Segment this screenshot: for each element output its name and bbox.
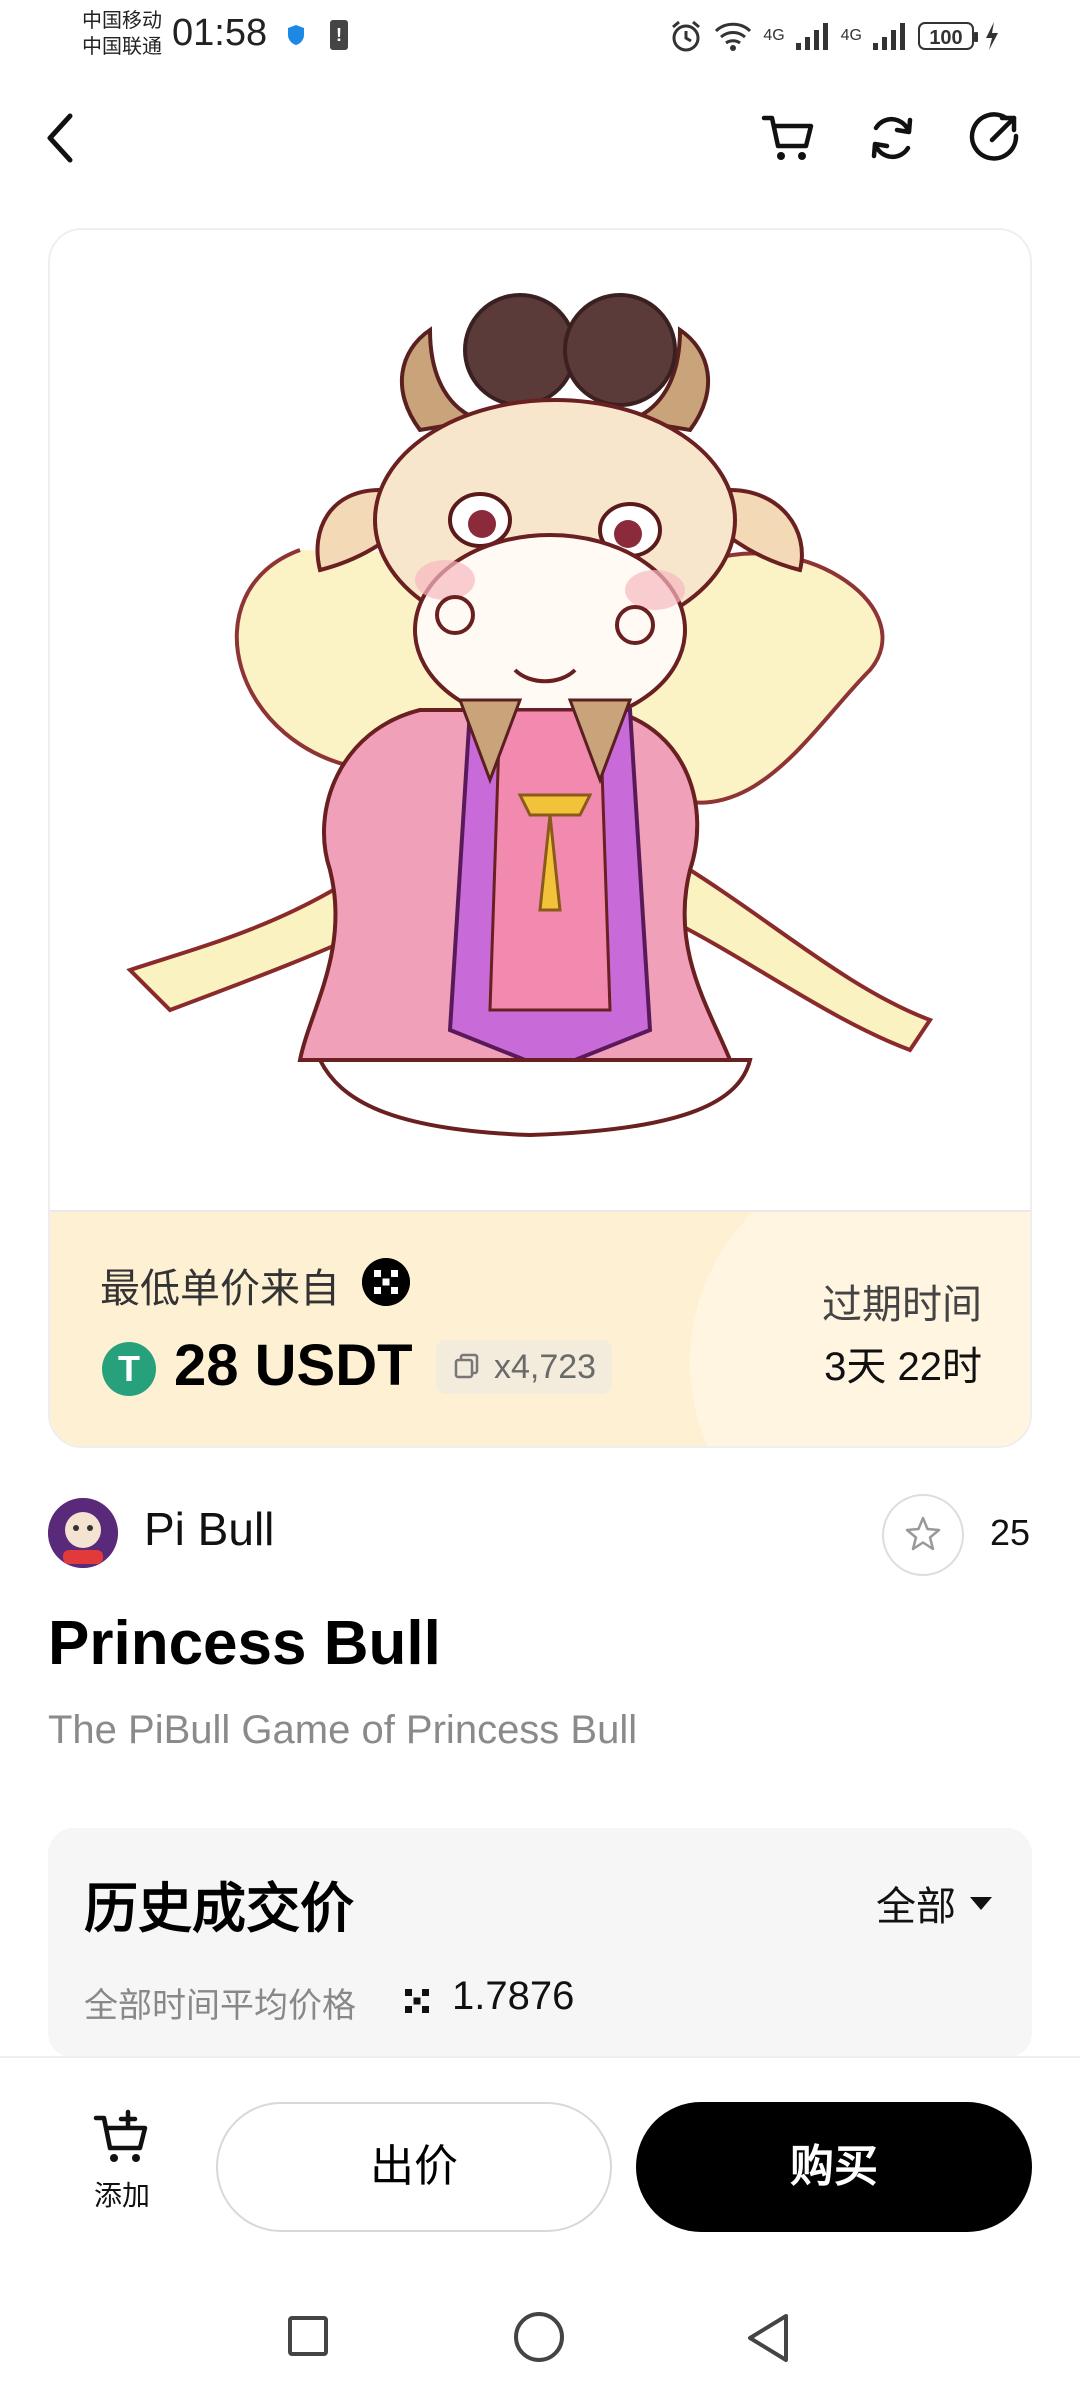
- carrier-1: 中国移动: [82, 10, 162, 32]
- average-price-label: 全部时间平均价格: [84, 1987, 356, 2025]
- system-navigation-bar: [0, 2256, 1080, 2400]
- chevron-left-icon[interactable]: [40, 108, 84, 168]
- nft-title: Princess Bull: [48, 1609, 441, 1678]
- buy-button[interactable]: 购买: [636, 2102, 1032, 2232]
- lowest-price-value: 28 USDT: [174, 1333, 413, 1398]
- cart-add-icon: [93, 2109, 148, 2162]
- expire-label: 过期时间: [822, 1283, 982, 1327]
- notification-alert-icon: !: [330, 20, 348, 50]
- network-type-1: 4G: [763, 27, 785, 44]
- signal-icon: [795, 23, 828, 50]
- alarm-icon: [672, 20, 701, 52]
- expire-value: 3天 22时: [824, 1345, 982, 1389]
- favorite-count: 25: [990, 1512, 1031, 1553]
- decorative-wave: [690, 1212, 1030, 1446]
- okx-logo-icon: [362, 1258, 410, 1306]
- lowest-price-label: 最低单价来自: [100, 1267, 340, 1311]
- shield-icon: [288, 25, 304, 45]
- history-title: 历史成交价: [84, 1879, 354, 1939]
- back-triangle-icon[interactable]: [744, 2312, 792, 2364]
- princess-bull-illustration: [126, 293, 934, 1138]
- caret-down-icon: [970, 1896, 992, 1910]
- quantity-value: x4,723: [494, 1348, 597, 1386]
- nft-artwork[interactable]: [50, 230, 1030, 1212]
- cart-icon[interactable]: [760, 110, 816, 166]
- wifi-icon: [715, 22, 752, 51]
- carrier-2: 中国联通: [82, 36, 162, 58]
- network-type-2: 4G: [840, 27, 862, 44]
- share-icon[interactable]: [966, 110, 1022, 166]
- status-bar: 中国移动 中国联通 01:58 ! 4G 4G 100: [0, 0, 1080, 72]
- status-time: 01:58: [172, 12, 268, 54]
- usdt-token-icon: T: [102, 1342, 156, 1396]
- price-history-panel: 历史成交价 全部 全部时间平均价格 1.7876: [48, 1828, 1032, 2058]
- filter-label: 全部: [876, 1885, 956, 1929]
- average-price-value: 1.7876: [452, 1974, 575, 2018]
- refresh-icon[interactable]: [864, 110, 920, 166]
- price-panel: 最低单价来自 T 28 USDT x4,723 过期时间 3天 22时: [50, 1212, 1030, 1446]
- status-icons: 4G 4G 100: [669, 18, 1000, 54]
- collection-name[interactable]: Pi Bull: [144, 1502, 274, 1556]
- carrier-names: 中国移动 中国联通: [82, 8, 162, 60]
- add-label: 添加: [93, 2180, 150, 2211]
- copy-icon: [454, 1353, 479, 1379]
- okx-token-icon: [405, 1989, 429, 2013]
- bid-button[interactable]: 出价: [216, 2102, 612, 2232]
- nft-description: The PiBull Game of Princess Bull: [48, 1708, 638, 1752]
- add-to-cart-button[interactable]: 添加: [72, 2108, 172, 2218]
- charging-icon: [986, 22, 998, 50]
- nft-card: 最低单价来自 T 28 USDT x4,723 过期时间 3天 22时: [48, 228, 1032, 1448]
- recent-apps-icon[interactable]: [288, 2316, 328, 2356]
- signal-icon: [873, 23, 905, 50]
- avatar-image: [48, 1498, 118, 1568]
- battery-icon: 100: [918, 22, 978, 50]
- star-icon: [905, 1516, 941, 1551]
- quantity-chip: x4,723: [436, 1340, 613, 1394]
- history-filter-dropdown[interactable]: 全部: [876, 1874, 992, 1932]
- favorite-button[interactable]: [882, 1494, 964, 1576]
- home-icon[interactable]: [514, 2312, 564, 2362]
- bottom-action-bar: 添加 出价 购买: [0, 2056, 1080, 2258]
- collection-avatar[interactable]: [48, 1498, 118, 1568]
